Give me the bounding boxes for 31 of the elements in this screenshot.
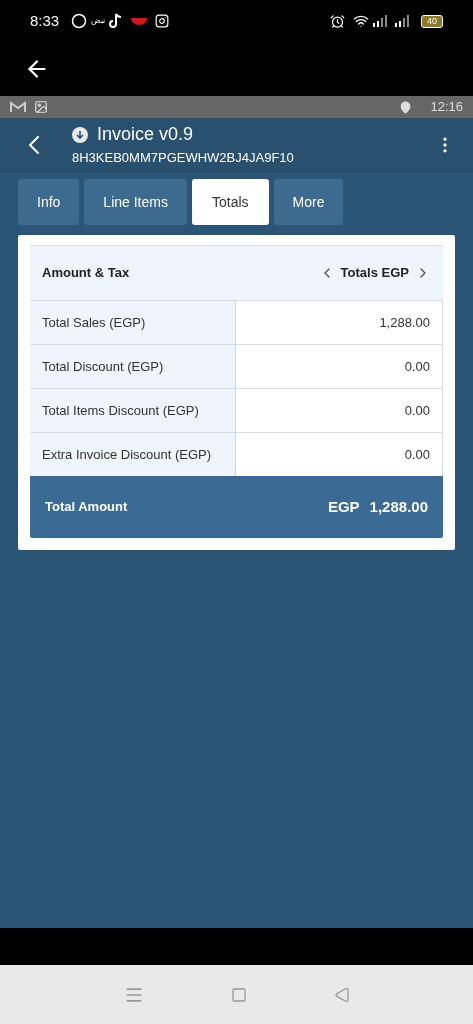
invoice-code: 8H3KEB0MM7PGEWHW2BJ4JA9F10 xyxy=(72,149,294,168)
total-currency: EGP xyxy=(327,496,360,517)
tab[interactable]: More xyxy=(273,179,344,225)
instagram-icon xyxy=(155,14,170,28)
row-value: 0.00 xyxy=(236,345,443,388)
download-icon xyxy=(72,126,88,143)
row-label: Total Discount (EGP) xyxy=(30,345,236,388)
total-label: Total Amount xyxy=(45,498,128,517)
wifi-icon xyxy=(353,13,369,29)
bowl-icon xyxy=(131,16,148,26)
tab[interactable]: Totals xyxy=(191,179,269,225)
tab[interactable]: Info xyxy=(18,179,80,225)
row-label: Total Items Discount (EGP) xyxy=(30,389,236,432)
device-time: 12:16 xyxy=(430,98,463,117)
row-label: Total Sales (EGP) xyxy=(30,301,236,344)
music-note-icon xyxy=(109,13,124,29)
invoice-title: Invoice v0.9 xyxy=(97,123,194,147)
tab[interactable]: Line Items xyxy=(84,179,187,225)
status-time: 8:33 xyxy=(30,10,60,31)
row-value: 1,288.00 xyxy=(236,301,443,344)
currency-selector[interactable]: Totals EGP xyxy=(340,263,409,283)
row-value: 0.00 xyxy=(236,389,443,432)
row-label: Extra Invoice Discount (EGP) xyxy=(30,433,236,476)
mail-icon xyxy=(10,101,26,113)
image-icon xyxy=(34,100,48,114)
alarm-icon xyxy=(330,13,345,29)
battery-indicator: 40 xyxy=(421,14,443,28)
location-icon xyxy=(399,100,413,114)
notification-text: نبض xyxy=(91,15,106,27)
total-value: 1,288.00 xyxy=(369,496,428,517)
section-heading: Amount & Tax xyxy=(42,264,130,283)
